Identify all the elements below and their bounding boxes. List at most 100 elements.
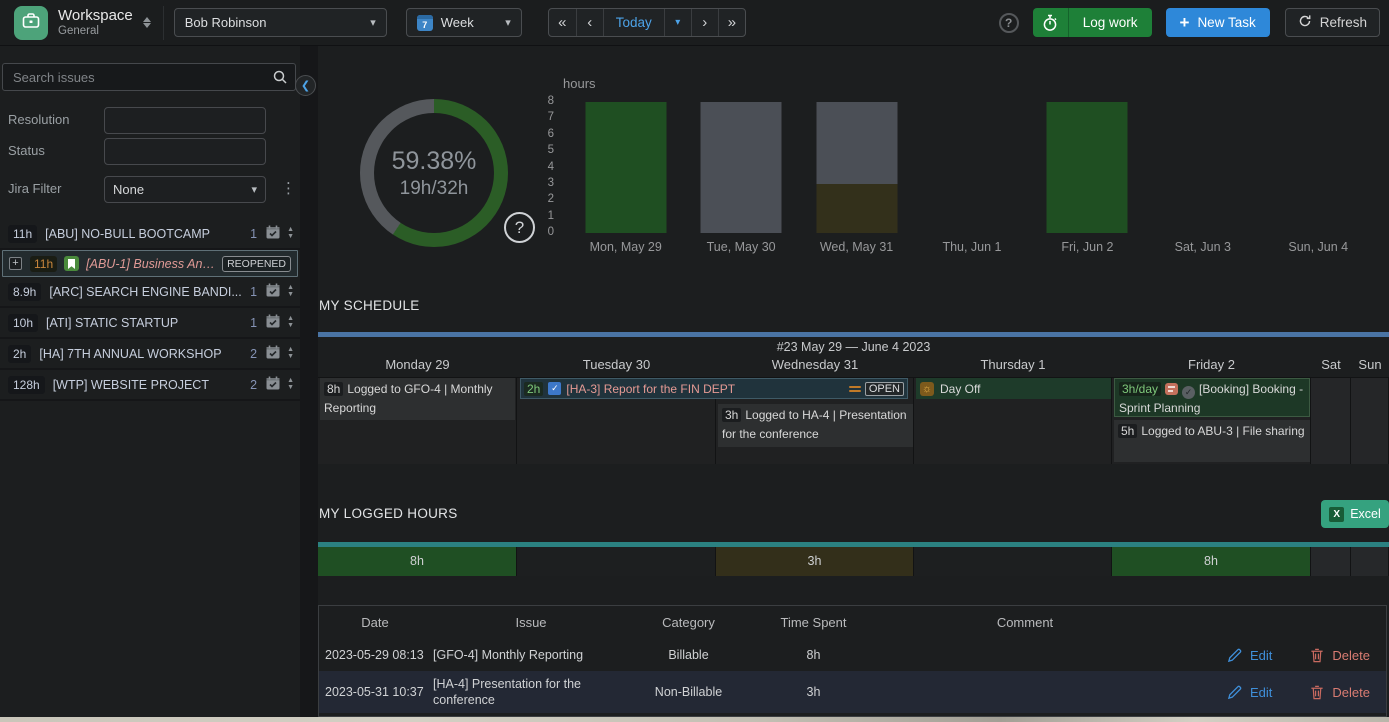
worklog-calendar-icon[interactable] — [265, 224, 281, 243]
calendar-icon: 7 — [417, 15, 433, 31]
day-header: Wednesday 31 — [716, 357, 914, 376]
logged-hours-bar: 8h 3h 8h — [318, 547, 1389, 576]
worklog-calendar-icon[interactable] — [265, 282, 281, 301]
project-row[interactable]: 10h [ATI] STATIC STARTUP 1 ▲▼ — [0, 308, 300, 339]
project-row[interactable]: 128h [WTP] WEBSITE PROJECT 2 ▲▼ — [0, 370, 300, 401]
last-week-button[interactable]: » — [718, 9, 745, 36]
status-field[interactable] — [104, 138, 266, 165]
column-header-date: Date — [319, 615, 431, 630]
plus-icon: + — [1180, 13, 1190, 33]
schedule-cell-saturday[interactable] — [1311, 378, 1351, 464]
project-row[interactable]: 8.9h [ARC] SEARCH ENGINE BANDI... 1 ▲▼ — [0, 277, 300, 308]
cell-time-spent: 8h — [746, 648, 881, 662]
week-navigation: « ‹ Today ▾ › » — [548, 8, 746, 37]
logged-hours-segment: 8h — [1112, 547, 1311, 576]
expanded-issue-row[interactable]: + 11h [ABU-1] Business Analyt... REOPENE… — [2, 250, 298, 277]
project-row[interactable]: 2h [HA] 7TH ANNUAL WORKSHOP 2 ▲▼ — [0, 339, 300, 370]
logged-hours-segment — [517, 547, 716, 576]
delete-label: Delete — [1332, 648, 1370, 663]
hours-chart-ylabel: hours — [563, 76, 596, 91]
stopwatch-icon[interactable] — [1033, 8, 1069, 37]
sort-arrows-icon[interactable]: ▲▼ — [287, 316, 294, 329]
next-week-button[interactable]: › — [691, 9, 718, 36]
schedule-event-ha3-task[interactable]: 2h ✓ [HA-3] Report for the FIN DEPT OPEN — [520, 378, 908, 399]
project-name: [ATI] STATIC STARTUP — [46, 316, 242, 330]
schedule-cell-sunday[interactable] — [1351, 378, 1389, 464]
new-task-button[interactable]: + New Task — [1166, 8, 1270, 37]
today-button[interactable]: Today — [603, 9, 664, 36]
schedule-event-wednesday-log[interactable]: 3hLogged to HA-4 | Presentation for the … — [718, 404, 913, 447]
user-select[interactable]: Bob Robinson ▾ — [174, 8, 387, 37]
schedule-event-friday-log[interactable]: 5hLogged to ABU-3 | File sharing — [1114, 420, 1310, 462]
sidebar-collapse-button[interactable]: ❮ — [295, 75, 316, 96]
help-icon[interactable]: ? — [999, 13, 1019, 33]
day-header: Monday 29 — [318, 357, 517, 376]
sort-arrows-icon[interactable]: ▲▼ — [287, 285, 294, 298]
log-work-label: Log work — [1069, 8, 1152, 37]
x-axis-label: Sat, Jun 3 — [1145, 240, 1260, 254]
project-row[interactable]: 11h [ABU] NO-BULL BOOTCAMP 1 ▲▼ — [0, 219, 300, 250]
project-hours-badge: 10h — [8, 314, 38, 332]
workspace-logo[interactable] — [14, 6, 48, 40]
today-caret-button[interactable]: ▾ — [664, 9, 691, 36]
jira-filter-label: Jira Filter — [8, 181, 61, 196]
schedule-week-label: #23 May 29 — June 4 2023 — [318, 340, 1389, 354]
expand-icon[interactable]: + — [9, 257, 22, 270]
sort-arrows-icon[interactable]: ▲▼ — [287, 378, 294, 391]
project-name: [WTP] WEBSITE PROJECT — [53, 378, 242, 392]
first-week-button[interactable]: « — [549, 9, 576, 36]
jira-filter-select[interactable]: None ▾ — [104, 176, 266, 203]
workspace-sort-icon[interactable] — [143, 17, 151, 28]
schedule-event-day-off[interactable]: ☼ Day Off — [916, 378, 1111, 399]
hours-chart-plot — [568, 102, 1376, 233]
schedule-event-monday-log[interactable]: 8hLogged to GFO-4 | Monthly Reporting — [320, 378, 515, 420]
donut-help-icon[interactable]: ? — [504, 212, 535, 243]
sort-arrows-icon[interactable]: ▲▼ — [287, 227, 294, 240]
period-select[interactable]: 7 Week ▾ — [406, 8, 522, 37]
hours-chart-yaxis: 876543210 — [532, 102, 554, 233]
excel-icon: X — [1329, 507, 1344, 522]
edit-label: Edit — [1250, 648, 1272, 663]
schedule-event-booking[interactable]: 3h/day✓[Booking] Booking - Sprint Planni… — [1114, 378, 1310, 417]
worklog-calendar-icon[interactable] — [265, 344, 281, 363]
refresh-label: Refresh — [1320, 15, 1367, 30]
delete-button[interactable]: Delete — [1310, 685, 1370, 700]
refresh-button[interactable]: Refresh — [1285, 8, 1380, 37]
search-icon[interactable] — [272, 69, 288, 88]
worklog-calendar-icon[interactable] — [265, 375, 281, 394]
day-off-sun-icon: ☼ — [920, 382, 934, 396]
time-badge: 3h/day — [1119, 382, 1161, 396]
bar-column — [1145, 102, 1260, 233]
excel-export-button[interactable]: X Excel — [1321, 500, 1389, 528]
sort-arrows-icon[interactable]: ▲▼ — [287, 347, 294, 360]
logged-hours-segment — [1311, 547, 1351, 576]
period-select-value: Week — [441, 15, 497, 30]
worklog-calendar-icon[interactable] — [265, 313, 281, 332]
event-text: Logged to HA-4 | Presentation for the co… — [722, 408, 907, 441]
hours-chart-xlabels: Mon, May 29Tue, May 30Wed, May 31Thu, Ju… — [568, 240, 1376, 254]
x-axis-label: Sun, Jun 4 — [1261, 240, 1376, 254]
cell-category: Non-Billable — [631, 685, 746, 699]
project-issue-count: 1 — [250, 285, 257, 299]
x-axis-label: Thu, Jun 1 — [914, 240, 1029, 254]
issue-hours-badge: 11h — [30, 256, 57, 272]
kebab-menu-icon[interactable]: ⋮ — [281, 179, 296, 197]
booking-icon — [1165, 383, 1178, 395]
time-badge: 5h — [1118, 424, 1137, 438]
previous-week-button[interactable]: ‹ — [576, 9, 603, 36]
new-task-label: New Task — [1197, 15, 1255, 30]
column-header-category: Category — [631, 615, 746, 630]
table-row: 2023-05-29 08:13 [GFO-4] Monthly Reporti… — [319, 639, 1386, 671]
resolution-field[interactable] — [104, 107, 266, 134]
delete-button[interactable]: Delete — [1310, 648, 1370, 663]
search-input[interactable] — [2, 63, 296, 91]
workspace-subtitle: General — [58, 25, 133, 38]
log-work-button[interactable]: Log work — [1033, 8, 1152, 37]
column-header-time-spent: Time Spent — [746, 615, 881, 630]
window-bottom-edge — [0, 717, 1389, 722]
schedule-day-headers: Monday 29 Tuesday 30 Wednesday 31 Thursd… — [318, 357, 1389, 376]
event-title: [HA-3] Report for the FIN DEPT — [566, 382, 848, 396]
edit-button[interactable]: Edit — [1227, 685, 1272, 700]
edit-button[interactable]: Edit — [1227, 648, 1272, 663]
schedule-accent-bar — [318, 332, 1389, 337]
